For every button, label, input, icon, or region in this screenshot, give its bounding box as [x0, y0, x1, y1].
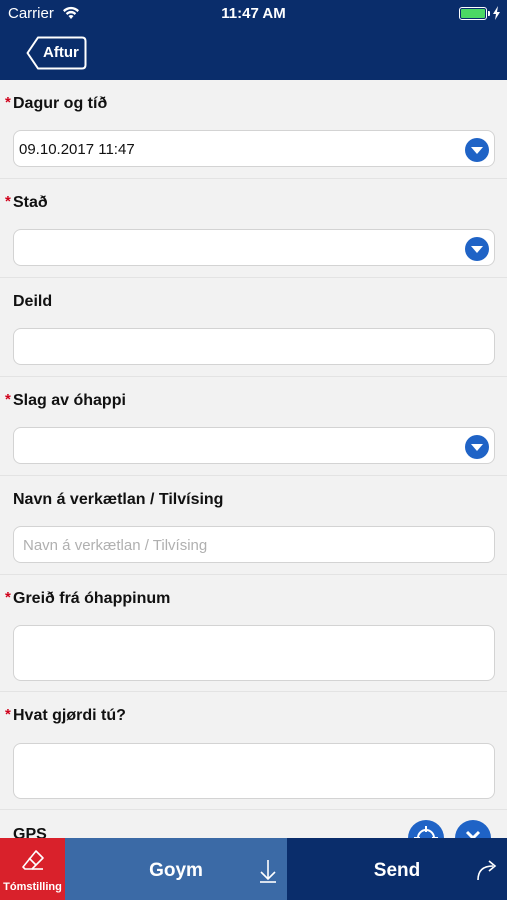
gps-label: GPS	[13, 826, 47, 838]
required-mark: *	[5, 391, 11, 408]
department-label: Deild	[13, 293, 53, 310]
required-mark: *	[5, 94, 11, 111]
description-label: * Greið frá óhappinum	[5, 589, 171, 607]
project-name-label: Navn á verkætlan / Tilvísing	[13, 491, 224, 508]
back-label: Aftur	[43, 44, 79, 61]
required-mark: *	[5, 706, 11, 723]
chevron-down-icon[interactable]	[465, 237, 489, 261]
description-textarea[interactable]	[13, 625, 495, 681]
department-section: Deild	[0, 278, 507, 377]
send-button[interactable]: Send	[287, 838, 507, 900]
close-icon	[465, 830, 481, 838]
send-label: Send	[373, 860, 421, 881]
back-button[interactable]: Aftur	[26, 36, 87, 70]
reset-label: Tómstilling	[3, 881, 62, 893]
download-icon	[260, 860, 276, 883]
action-textarea[interactable]	[13, 743, 495, 799]
crosshair-icon	[414, 826, 438, 838]
battery-icon	[459, 7, 490, 20]
required-mark: *	[5, 589, 11, 606]
gps-locate-button[interactable]	[408, 820, 444, 838]
incident-type-dropdown[interactable]	[13, 427, 495, 464]
action-section: * Hvat gjørdi tú?	[0, 692, 507, 810]
place-label: * Stað	[5, 193, 48, 211]
department-field[interactable]	[13, 328, 495, 365]
project-name-input[interactable]: Navn á verkætlan / Tilvísing	[13, 526, 495, 563]
chevron-down-icon[interactable]	[465, 435, 489, 459]
eraser-icon	[22, 850, 44, 870]
save-button[interactable]: Goym	[65, 838, 287, 900]
date-time-value: 09.10.2017 11:47	[19, 141, 135, 158]
status-bar: Carrier 11:47 AM	[0, 0, 507, 28]
charging-icon	[493, 6, 500, 20]
incident-type-label: * Slag av óhappi	[5, 391, 126, 409]
incident-type-section: * Slag av óhappi	[0, 377, 507, 476]
reset-button[interactable]: Tómstilling	[0, 838, 65, 900]
description-section: * Greið frá óhappinum	[0, 575, 507, 692]
date-time-section: * Dagur og tíð 09.10.2017 11:47	[0, 80, 507, 179]
gps-section: GPS	[0, 810, 507, 838]
bottom-toolbar: Tómstilling Goym Send	[0, 838, 507, 900]
clock: 11:47 AM	[221, 5, 286, 22]
gps-clear-button[interactable]	[455, 820, 491, 838]
chevron-down-icon[interactable]	[465, 138, 489, 162]
place-section: * Stað	[0, 179, 507, 278]
date-time-dropdown[interactable]: 09.10.2017 11:47	[13, 130, 495, 167]
forward-arrow-icon	[477, 860, 497, 881]
action-label: * Hvat gjørdi tú?	[5, 706, 126, 724]
project-name-placeholder: Navn á verkætlan / Tilvísing	[23, 537, 208, 554]
place-dropdown[interactable]	[13, 229, 495, 266]
date-time-label: * Dagur og tíð	[5, 94, 108, 112]
navigation-bar: Aftur	[0, 28, 507, 80]
required-mark: *	[5, 193, 11, 210]
project-name-section: Navn á verkætlan / Tilvísing Navn á verk…	[0, 476, 507, 575]
save-label: Goym	[149, 860, 203, 881]
